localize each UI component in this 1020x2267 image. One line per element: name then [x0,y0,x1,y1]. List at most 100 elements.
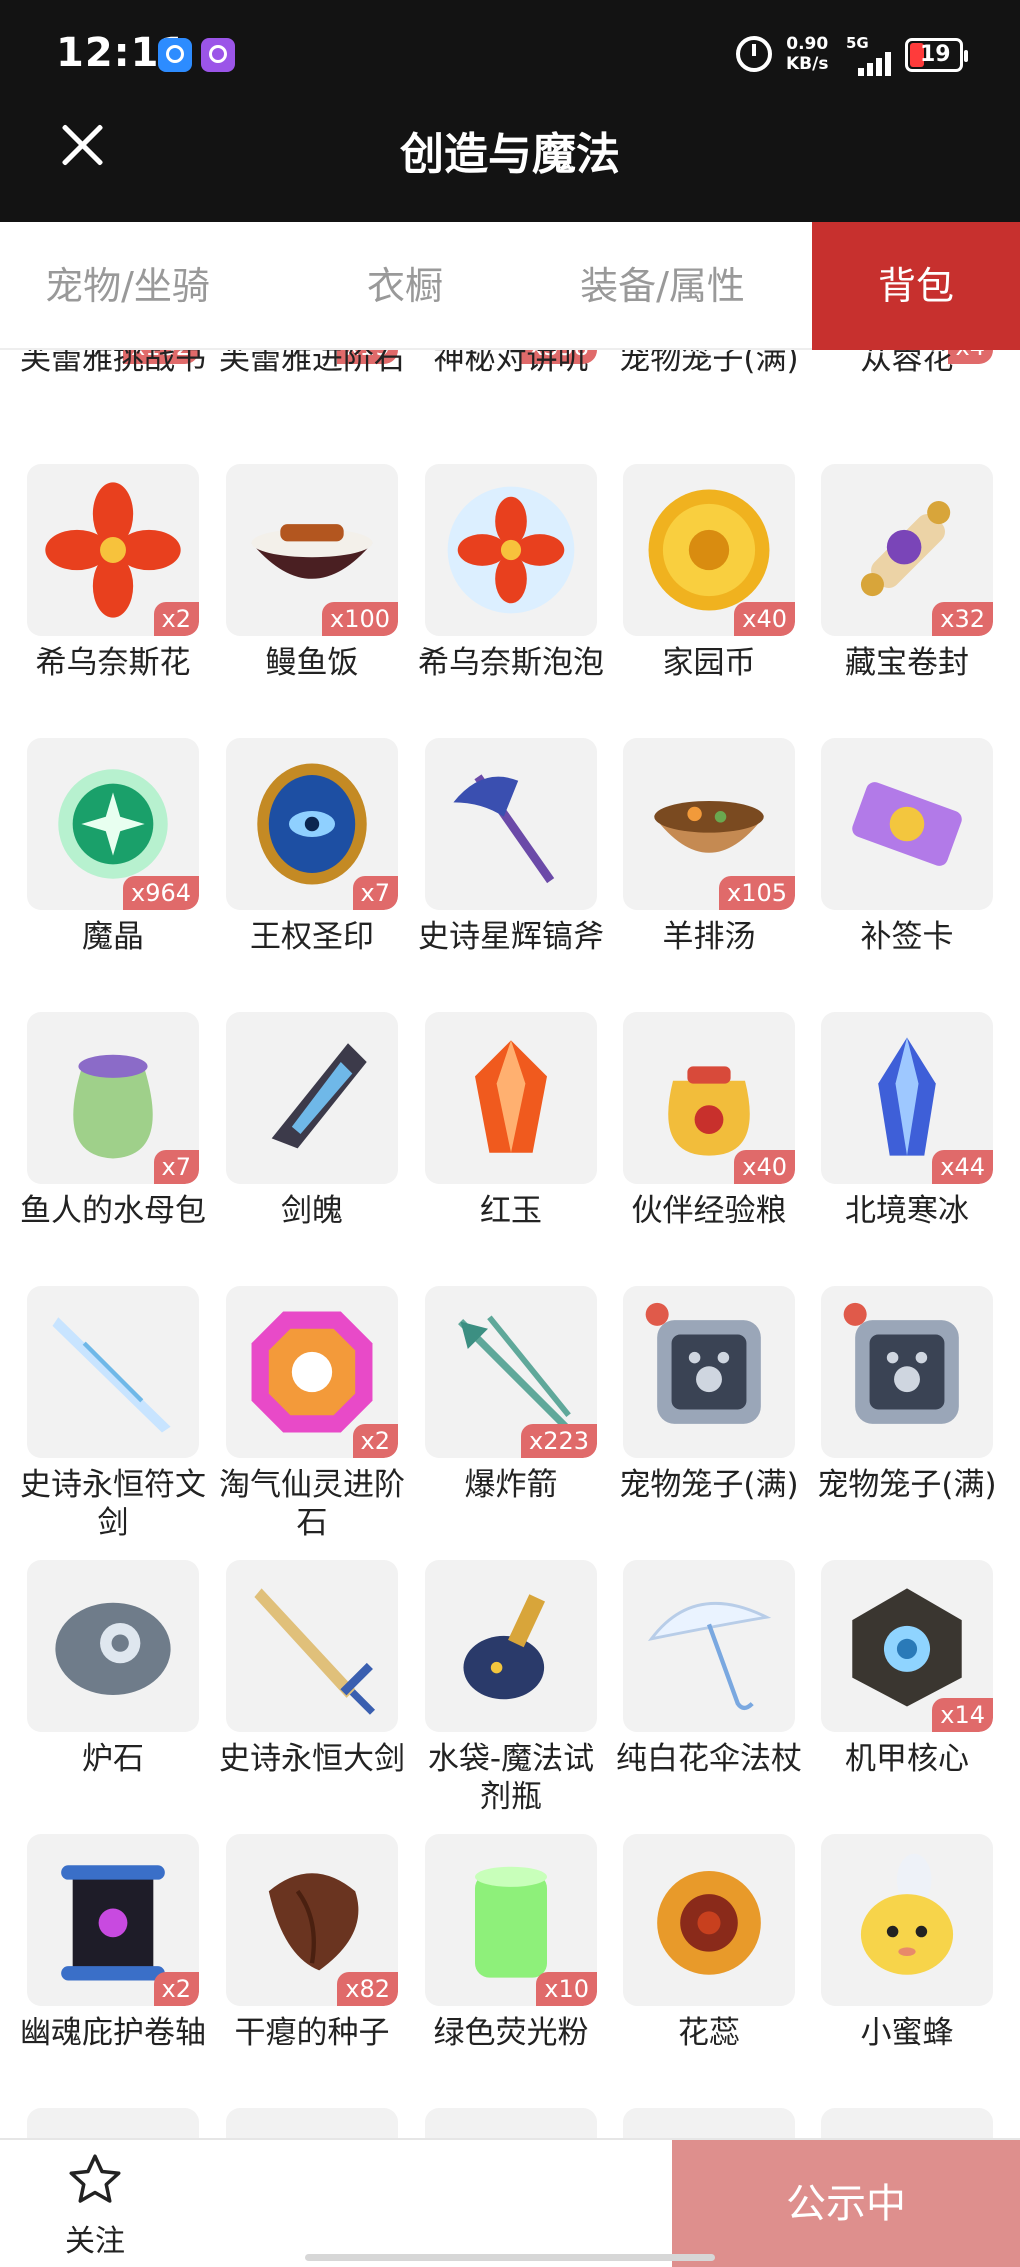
item-name: 芙蕾雅进阶石 [219,350,405,377]
jellyfish-bag-icon [73,1054,153,1159]
tab-bar: 宠物/坐骑 衣橱 装备/属性 背包 [0,222,1020,350]
bottom-bar: 关注 公示中 [0,2138,1020,2267]
item-name: 苁蓉花 [860,350,954,377]
item-name: 红玉 [480,1193,542,1229]
app-notification-icon [201,38,235,72]
item-name: 神秘对讲叽 [433,350,589,377]
treasure-scroll-icon [860,501,951,597]
eel-rice-icon [251,524,373,579]
item-name: 剑魄 [281,1193,343,1229]
item-name: 炉石 [82,1741,144,1777]
tab-pets-mounts[interactable]: 宠物/坐骑 [0,222,255,350]
item-name: 芙蕾雅挑战书 [20,350,206,377]
hearthstone-icon [55,1602,171,1695]
follow-button[interactable]: 关注 [50,2150,140,2260]
item-name: 鱼人的水母包 [20,1193,206,1229]
follow-label: 关注 [65,2224,125,2259]
item-name: 补签卡 [860,919,954,955]
item-name: 羊排汤 [662,919,756,955]
item-count-badge: x223 [520,1424,597,1458]
item-count-badge: x105 [718,876,795,910]
exp-bag-icon [668,1066,750,1156]
status-bar: 12:11 0.90 KB/s 5G 19 [0,0,1020,110]
battery-icon: 19 [905,38,968,72]
item-count-badge: x7 [352,876,398,910]
item-name: 幽魂庇护卷轴 [20,2015,206,2051]
item-name: 藏宝卷封 [845,645,969,681]
ticket-card-icon [852,782,962,866]
tab-wardrobe[interactable]: 衣橱 [285,222,525,350]
ice-crystal-icon [878,1037,936,1156]
item-name: 希乌奈斯花 [35,645,191,681]
magic-crystal-icon [58,769,168,879]
fairy-stone-icon [251,1311,373,1433]
item-count-badge: x32 [932,602,993,636]
ghost-scroll-icon [61,1865,165,1981]
red-flower-icon [45,482,181,618]
tab-backpack[interactable]: 背包 [812,222,1020,350]
red-gem-icon [475,1040,547,1153]
bee-icon [860,1853,954,1975]
flower-bubble-icon [447,486,575,614]
item-count-badge: x14 [932,1698,993,1732]
dried-seed-icon [268,1873,359,1971]
item-count-badge: x40 [734,602,795,636]
item-count-badge: x82 [337,1972,398,2006]
item-name: 宠物笼子(满) [619,350,799,377]
potion-bottle-icon [463,1594,546,1700]
pickaxe-icon [453,774,555,884]
tab-equipment[interactable]: 装备/属性 [540,222,785,350]
sword-soul-icon [271,1043,367,1149]
soup-bowl-icon [654,800,764,853]
item-count-badge: x2 [153,602,199,636]
item-count-badge: x10 [536,1972,597,2006]
item-name: 花蕊 [678,2015,740,2051]
pet-cage-icon [843,1302,959,1424]
item-count-badge: x7 [153,1150,199,1184]
arrow-icon [458,1315,571,1430]
item-count-badge: x964 [122,876,199,910]
item-name: 史诗永恒大剑 [219,1741,405,1777]
item-count-badge: x44 [932,1150,993,1184]
great-sword-icon [254,1588,376,1715]
item-name: 机甲核心 [845,1741,969,1777]
item-count-badge: x40 [734,1150,795,1184]
item-name: 纯白花伞法杖 [616,1741,802,1777]
item-name: 小蜜蜂 [860,2015,954,2051]
item-name: 希乌奈斯泡泡 [418,645,604,681]
item-count-badge: x100 [321,602,398,636]
green-powder-icon [475,1866,547,1978]
gold-coin-icon [648,489,770,611]
item-name: 宠物笼子(满) [619,1467,799,1503]
umbrella-staff-icon [647,1602,772,1711]
home-indicator[interactable] [305,2254,715,2261]
item-name: 魔晶 [82,919,144,955]
network-speed: 0.90 KB/s [786,34,828,74]
signal-icon: 5G [846,34,896,76]
network-type: 5G [846,34,869,52]
item-name: 干瘪的种子 [234,2015,390,2051]
item-name: 水袋-魔法试剂瓶 [427,1741,595,1815]
inventory-grid: x132 芙蕾雅挑战书 x19 芙蕾雅进阶石 x358 神秘对讲叽 宠物笼子(满… [0,350,1020,2138]
stamen-icon [657,1871,761,1975]
item-name: 史诗星辉镐斧 [418,919,604,955]
item-name: 家园币 [662,645,756,681]
item-name: 王权圣印 [250,919,374,955]
speed-unit: KB/s [786,54,829,74]
speed-value: 0.90 [786,34,829,54]
item-name: 北境寒冰 [845,1193,969,1229]
public-status-button[interactable]: 公示中 [672,2140,1020,2267]
item-count-badge: x2 [153,1972,199,2006]
item-name: 鳗鱼饭 [265,645,359,681]
item-name: 史诗永恒符文剑 [20,1467,206,1541]
rune-sword-icon [52,1317,171,1433]
item-name: 爆炸箭 [464,1467,558,1503]
item-name: 宠物笼子(满) [817,1467,997,1503]
royal-seal-icon [257,763,367,885]
item-name: 伙伴经验粮 [631,1193,787,1229]
item-name: 绿色荧光粉 [433,2015,589,2051]
mech-core-icon [852,1588,962,1707]
top-bar: 12:11 0.90 KB/s 5G 19 创造与魔法 [0,0,1020,222]
battery-level: 19 [920,42,951,67]
item-name: 淘气仙灵进阶石 [219,1467,405,1541]
